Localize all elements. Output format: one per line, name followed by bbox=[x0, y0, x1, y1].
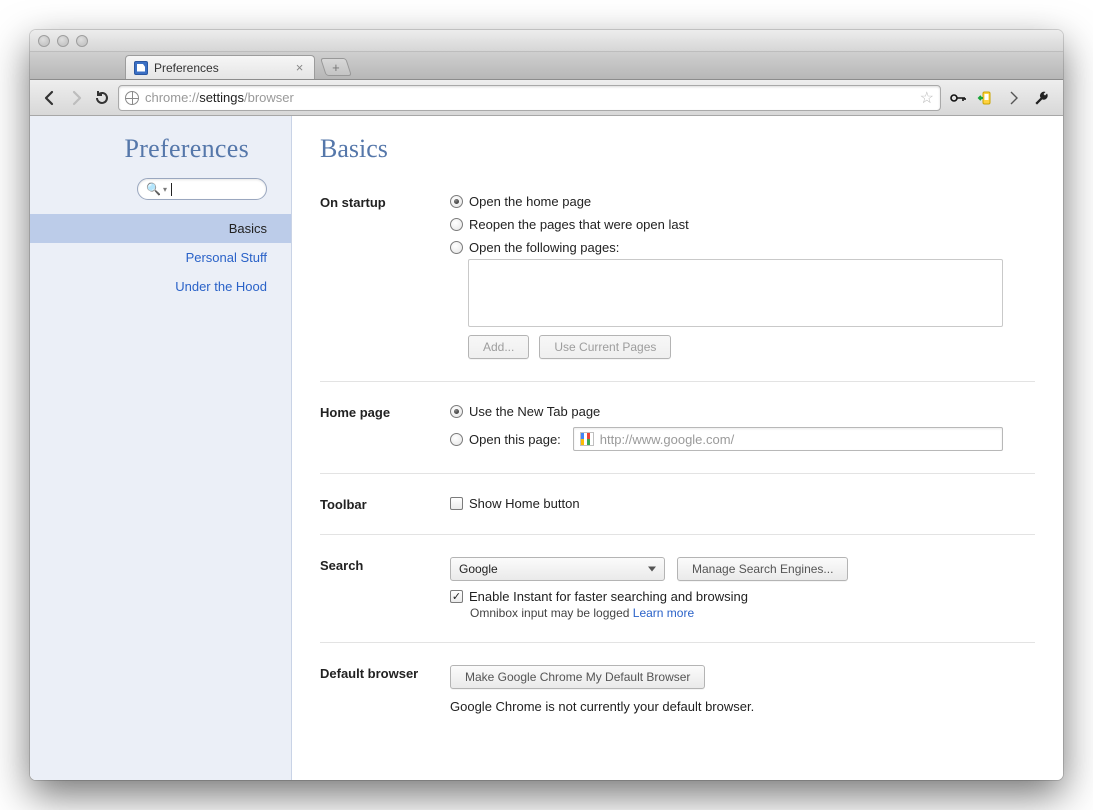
radio-label: Reopen the pages that were open last bbox=[469, 217, 689, 232]
section-default-browser: Default browser Make Google Chrome My De… bbox=[320, 657, 1035, 736]
titlebar bbox=[30, 30, 1063, 52]
text-cursor bbox=[171, 183, 172, 196]
toolbar: chrome://settings/browser ☆ bbox=[30, 80, 1063, 116]
sidebar-item-under-the-hood[interactable]: Under the Hood bbox=[30, 272, 291, 301]
zoom-window-button[interactable] bbox=[76, 35, 88, 47]
sidebar-item-label: Personal Stuff bbox=[186, 250, 267, 265]
homepage-url-input[interactable]: http://www.google.com/ bbox=[573, 427, 1003, 451]
back-button[interactable] bbox=[40, 88, 60, 108]
sidebar-item-personal-stuff[interactable]: Personal Stuff bbox=[30, 243, 291, 272]
sidebar-search-input[interactable]: 🔍 ▾ bbox=[137, 178, 267, 200]
bookmark-star-icon[interactable]: ☆ bbox=[920, 88, 934, 108]
dropdown-caret-icon: ▾ bbox=[163, 185, 167, 194]
main-panel: Basics On startup Open the home page Reo… bbox=[292, 116, 1063, 780]
radio-open-home[interactable] bbox=[450, 195, 463, 208]
sidebar-item-label: Basics bbox=[229, 221, 267, 236]
section-on-startup: On startup Open the home page Reopen the… bbox=[320, 186, 1035, 382]
select-value: Google bbox=[459, 562, 498, 576]
sidebar: Preferences 🔍 ▾ Basics Personal Stuff Un… bbox=[30, 116, 292, 780]
section-home-page: Home page Use the New Tab page Open this… bbox=[320, 396, 1035, 474]
radio-open-following[interactable] bbox=[450, 241, 463, 254]
manage-search-engines-button[interactable]: Manage Search Engines... bbox=[677, 557, 848, 581]
checkbox-label: Show Home button bbox=[469, 496, 580, 511]
new-tab-button[interactable]: + bbox=[320, 58, 352, 76]
radio-open-this-page[interactable] bbox=[450, 433, 463, 446]
make-default-browser-button[interactable]: Make Google Chrome My Default Browser bbox=[450, 665, 705, 689]
forward-button[interactable] bbox=[66, 88, 86, 108]
sidebar-item-basics[interactable]: Basics bbox=[30, 214, 291, 243]
radio-label: Open the following pages: bbox=[469, 240, 619, 255]
add-page-button[interactable]: Add... bbox=[468, 335, 529, 359]
radio-label: Open this page: bbox=[469, 432, 561, 447]
section-heading: Default browser bbox=[320, 665, 450, 714]
radio-label: Open the home page bbox=[469, 194, 591, 209]
section-toolbar: Toolbar Show Home button bbox=[320, 488, 1035, 535]
sidebar-nav: Basics Personal Stuff Under the Hood bbox=[30, 214, 291, 301]
page-title: Basics bbox=[320, 134, 1035, 164]
input-placeholder: http://www.google.com/ bbox=[600, 432, 734, 447]
checkbox-enable-instant[interactable]: ✓ bbox=[450, 590, 463, 603]
google-favicon bbox=[580, 432, 594, 446]
note-text: Omnibox input may be logged bbox=[470, 606, 633, 620]
use-current-pages-button[interactable]: Use Current Pages bbox=[539, 335, 671, 359]
default-browser-status: Google Chrome is not currently your defa… bbox=[450, 699, 1035, 714]
startup-pages-listbox[interactable] bbox=[468, 259, 1003, 327]
tab-title: Preferences bbox=[154, 61, 219, 75]
radio-reopen-last[interactable] bbox=[450, 218, 463, 231]
omnibox[interactable]: chrome://settings/browser ☆ bbox=[118, 85, 941, 111]
sidebar-title: Preferences bbox=[30, 134, 273, 164]
globe-icon bbox=[125, 91, 139, 105]
radio-label: Use the New Tab page bbox=[469, 404, 600, 419]
instant-note: Omnibox input may be logged Learn more bbox=[470, 606, 1035, 620]
window-controls bbox=[38, 35, 88, 47]
extension-key-icon[interactable] bbox=[947, 89, 969, 107]
button-label: Use Current Pages bbox=[554, 340, 656, 354]
learn-more-link[interactable]: Learn more bbox=[633, 606, 694, 620]
tab-strip: Preferences × + bbox=[30, 52, 1063, 80]
button-label: Make Google Chrome My Default Browser bbox=[465, 670, 690, 684]
browser-window: Preferences × + chrome://settings/browse… bbox=[30, 30, 1063, 780]
section-heading: Home page bbox=[320, 404, 450, 451]
button-label: Manage Search Engines... bbox=[692, 562, 833, 576]
sidebar-item-label: Under the Hood bbox=[175, 279, 267, 294]
extension-device-icon[interactable] bbox=[975, 89, 997, 107]
search-icon: 🔍 bbox=[146, 182, 161, 196]
reload-button[interactable] bbox=[92, 88, 112, 108]
tab-favicon bbox=[134, 61, 148, 75]
close-window-button[interactable] bbox=[38, 35, 50, 47]
minimize-window-button[interactable] bbox=[57, 35, 69, 47]
content-area: Preferences 🔍 ▾ Basics Personal Stuff Un… bbox=[30, 116, 1063, 780]
search-engine-select[interactable]: Google bbox=[450, 557, 665, 581]
section-heading: Search bbox=[320, 557, 450, 620]
wrench-menu-icon[interactable] bbox=[1031, 89, 1053, 107]
chevron-down-icon bbox=[648, 567, 656, 572]
section-search: Search Google Manage Search Engines... ✓… bbox=[320, 549, 1035, 643]
chevron-right-icon[interactable] bbox=[1003, 89, 1025, 107]
section-heading: On startup bbox=[320, 194, 450, 359]
checkbox-show-home[interactable] bbox=[450, 497, 463, 510]
omnibox-url: chrome://settings/browser bbox=[145, 90, 294, 105]
tab-preferences[interactable]: Preferences × bbox=[125, 55, 315, 79]
checkbox-label: Enable Instant for faster searching and … bbox=[469, 589, 748, 604]
section-heading: Toolbar bbox=[320, 496, 450, 512]
tab-close-icon[interactable]: × bbox=[293, 61, 306, 74]
radio-use-newtab[interactable] bbox=[450, 405, 463, 418]
button-label: Add... bbox=[483, 340, 514, 354]
